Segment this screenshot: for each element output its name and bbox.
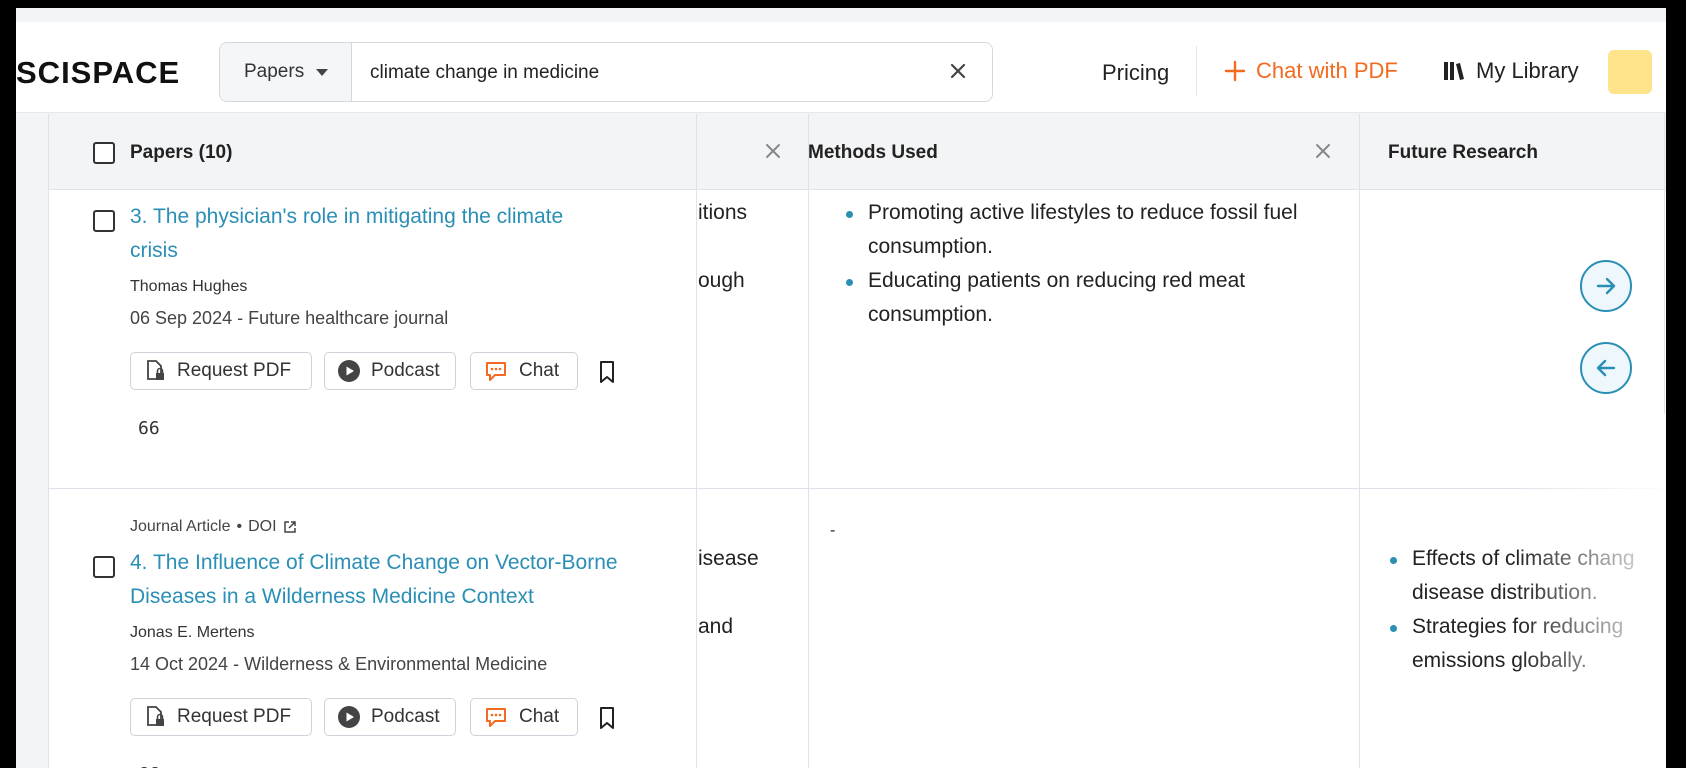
plus-icon [1224, 60, 1246, 82]
horizontal-fade-overlay [1516, 414, 1666, 768]
column-divider [1359, 114, 1360, 768]
citation-count: 66 [138, 764, 160, 768]
doi-link[interactable]: DOI [248, 518, 276, 536]
chat-bubble-icon [486, 708, 506, 727]
empty-methods-value: - [830, 522, 836, 539]
avatar[interactable] [1608, 50, 1652, 94]
paper-meta: 06 Sep 2024 - Future healthcare journal [130, 308, 449, 328]
results-table: Papers (10) Methods Used Future Research… [48, 114, 1666, 768]
my-library-label: My Library [1476, 58, 1579, 83]
paper-title-link[interactable]: crisis [130, 234, 178, 268]
paper-author[interactable]: Thomas Hughes [130, 278, 247, 296]
search-type-dropdown[interactable]: Papers [220, 43, 352, 101]
close-icon[interactable] [760, 138, 786, 164]
bookmark-icon[interactable] [596, 360, 618, 384]
list-item: Educating patients on reducing red meat … [840, 264, 1340, 332]
chat-label: Chat [519, 706, 560, 727]
request-pdf-label: Request PDF [177, 706, 292, 727]
partial-cell-text: ough [698, 269, 745, 292]
paper-type-line: Journal Article • DOI [130, 518, 297, 536]
papers-column-header: Papers (10) [130, 142, 233, 163]
chat-with-pdf-button[interactable]: Chat with PDF [1224, 58, 1398, 84]
bullet [1390, 557, 1397, 564]
chat-with-pdf-label: Chat with PDF [1256, 58, 1398, 83]
partial-cell-text: isease [698, 547, 759, 570]
column-divider [696, 114, 697, 768]
bullet [1390, 625, 1397, 632]
podcast-label: Podcast [371, 706, 440, 727]
paper-checkbox[interactable] [93, 556, 115, 578]
bookmark-icon[interactable] [596, 706, 618, 730]
search-bar: Papers [219, 42, 993, 102]
top-navigation-bar: SCISPACE Papers Pricing Chat with PDF [16, 22, 1666, 113]
paper-title-link[interactable]: Diseases in a Wilderness Medicine Contex… [130, 580, 534, 614]
partial-cell-text: itions [698, 201, 748, 224]
chat-label: Chat [519, 360, 560, 381]
paper-type: Journal Article [130, 518, 231, 535]
paper-journal: Wilderness & Environmental Medicine [244, 654, 548, 674]
request-pdf-button[interactable]: Request PDF [130, 352, 312, 390]
select-all-checkbox[interactable] [93, 142, 115, 164]
file-lock-icon [147, 706, 164, 726]
chat-button[interactable]: Chat [470, 698, 578, 736]
list-item: Promoting active lifestyles to reduce fo… [840, 196, 1340, 264]
close-icon[interactable] [1310, 138, 1336, 164]
caret-down-icon [316, 68, 329, 76]
partial-cell-text: and [698, 615, 734, 638]
paper-meta: 14 Oct 2024 - Wilderness & Environmental… [130, 654, 548, 674]
paper-title-link[interactable]: 4. The Influence of Climate Change on Ve… [130, 546, 618, 580]
separator-dot: • [236, 518, 243, 535]
nav-divider [1196, 46, 1197, 96]
close-icon[interactable] [944, 57, 972, 85]
chat-bubble-icon [486, 362, 506, 381]
play-circle-icon [338, 360, 360, 382]
search-input[interactable] [368, 43, 932, 101]
podcast-button[interactable]: Podcast [324, 698, 456, 736]
play-circle-icon [338, 706, 360, 728]
pricing-link[interactable]: Pricing [1102, 60, 1169, 86]
request-pdf-label: Request PDF [177, 360, 292, 381]
methods-used-column-header: Methods Used [808, 142, 938, 163]
search-type-label: Papers [244, 61, 305, 82]
paper-date: 06 Sep 2024 [130, 308, 233, 328]
podcast-button[interactable]: Podcast [324, 352, 456, 390]
future-research-column-header: Future Research [1388, 142, 1538, 163]
paper-author[interactable]: Jonas E. Mertens [130, 624, 255, 642]
request-pdf-button[interactable]: Request PDF [130, 698, 312, 736]
arrow-left-icon [1596, 359, 1616, 377]
citation-count: 66 [138, 418, 160, 439]
file-lock-icon [147, 360, 164, 380]
column-divider [808, 114, 809, 768]
scroll-left-button[interactable] [1580, 342, 1632, 394]
paper-date: 14 Oct 2024 [130, 654, 229, 674]
row-divider [48, 488, 1666, 489]
app-window: SCISPACE Papers Pricing Chat with PDF [16, 8, 1666, 768]
chat-button[interactable]: Chat [470, 352, 578, 390]
column-divider [48, 114, 49, 768]
podcast-label: Podcast [371, 360, 440, 381]
arrow-right-icon [1596, 277, 1616, 295]
methods-list: Promoting active lifestyles to reduce fo… [840, 196, 1340, 332]
paper-checkbox[interactable] [93, 210, 115, 232]
paper-journal: Future healthcare journal [248, 308, 449, 328]
external-link-icon[interactable] [283, 520, 297, 534]
library-icon [1444, 62, 1464, 80]
scroll-right-button[interactable] [1580, 260, 1632, 312]
scispace-logo[interactable]: SCISPACE [16, 55, 180, 91]
paper-title-link[interactable]: 3. The physician's role in mitigating th… [130, 200, 563, 234]
my-library-button[interactable]: My Library [1442, 58, 1579, 84]
